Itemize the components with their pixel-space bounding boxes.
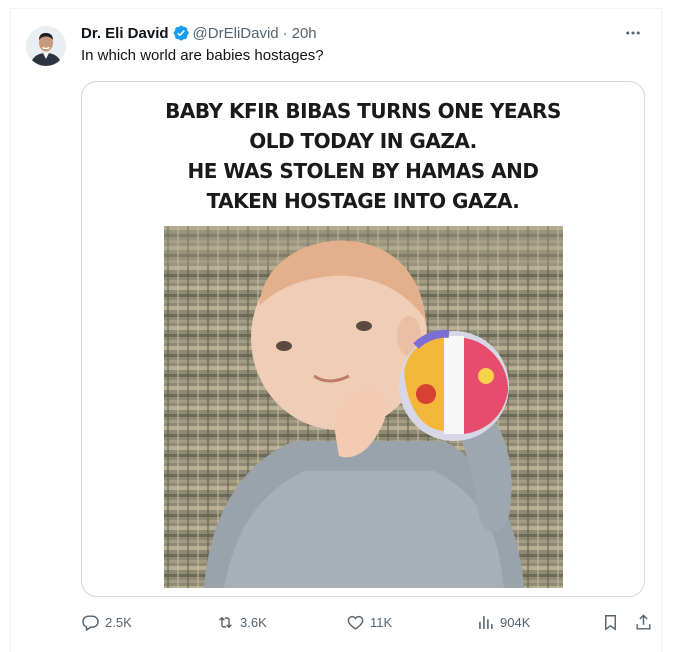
share-icon xyxy=(636,613,651,630)
views-button[interactable]: 904K xyxy=(476,609,530,635)
tweet[interactable]: Dr. Eli David @DrEliDavid · 20h In which… xyxy=(10,8,662,652)
author-handle[interactable]: @DrEliDavid xyxy=(193,25,279,42)
avatar-image xyxy=(26,26,66,66)
separator-dot: · xyxy=(282,24,288,42)
timestamp[interactable]: 20h xyxy=(292,25,317,42)
tweet-text: In which world are babies hostages? xyxy=(81,47,324,64)
repost-icon xyxy=(219,616,232,628)
avatar[interactable] xyxy=(26,26,66,66)
reply-icon xyxy=(82,614,99,631)
tweet-actions: 2.5K 3.6K 11K 904K xyxy=(81,609,651,635)
headline-line: BABY KFIR BIBAS TURNS ONE YEARS xyxy=(165,99,561,123)
tweet-header: Dr. Eli David @DrEliDavid · 20h xyxy=(81,23,317,43)
views-icon xyxy=(479,615,493,629)
repost-button[interactable]: 3.6K xyxy=(216,609,267,635)
like-button[interactable]: 11K xyxy=(346,609,392,635)
headline-line: OLD TODAY IN GAZA. xyxy=(249,129,477,153)
views-count: 904K xyxy=(500,614,531,630)
media-headline: BABY KFIR BIBAS TURNS ONE YEARS OLD TODA… xyxy=(82,96,644,216)
share-button[interactable] xyxy=(634,609,653,635)
author-name[interactable]: Dr. Eli David xyxy=(81,25,169,42)
tweet-media[interactable]: BABY KFIR BIBAS TURNS ONE YEARS OLD TODA… xyxy=(81,81,645,597)
bookmark-icon xyxy=(605,614,616,631)
like-count: 11K xyxy=(370,614,393,630)
reply-button[interactable]: 2.5K xyxy=(81,609,132,635)
bookmark-button[interactable] xyxy=(601,609,620,635)
headline-line: TAKEN HOSTAGE INTO GAZA. xyxy=(206,189,520,213)
verified-badge-icon xyxy=(172,24,190,42)
more-icon xyxy=(626,31,640,35)
reply-count: 2.5K xyxy=(105,614,132,630)
repost-count: 3.6K xyxy=(240,614,267,630)
baby-photo xyxy=(164,226,563,588)
more-options-button[interactable] xyxy=(623,23,643,43)
headline-line: HE WAS STOLEN BY HAMAS AND xyxy=(187,159,539,183)
heart-icon xyxy=(347,615,364,630)
